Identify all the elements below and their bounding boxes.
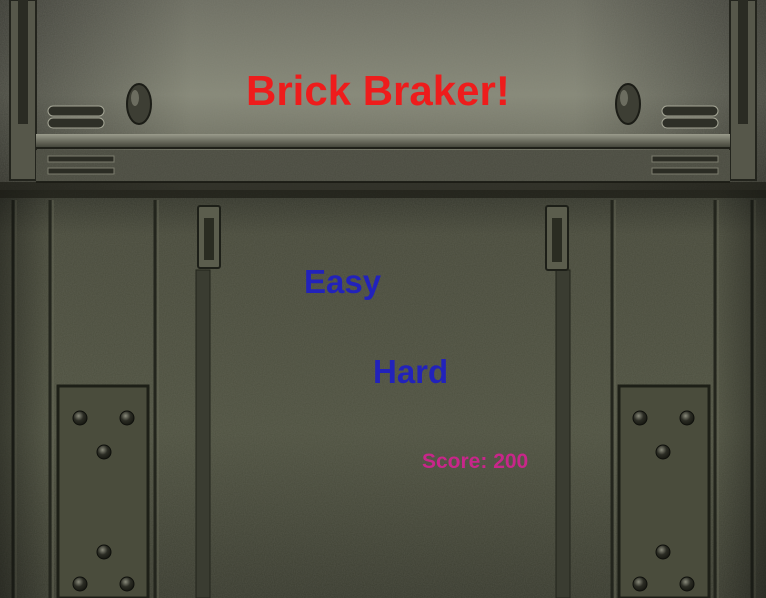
score-display: Score: 200 [422,450,529,473]
game-title: Brick Braker! [246,67,510,114]
easy-difficulty-button[interactable]: Easy [304,262,381,302]
hard-difficulty-button[interactable]: Hard [373,352,448,392]
